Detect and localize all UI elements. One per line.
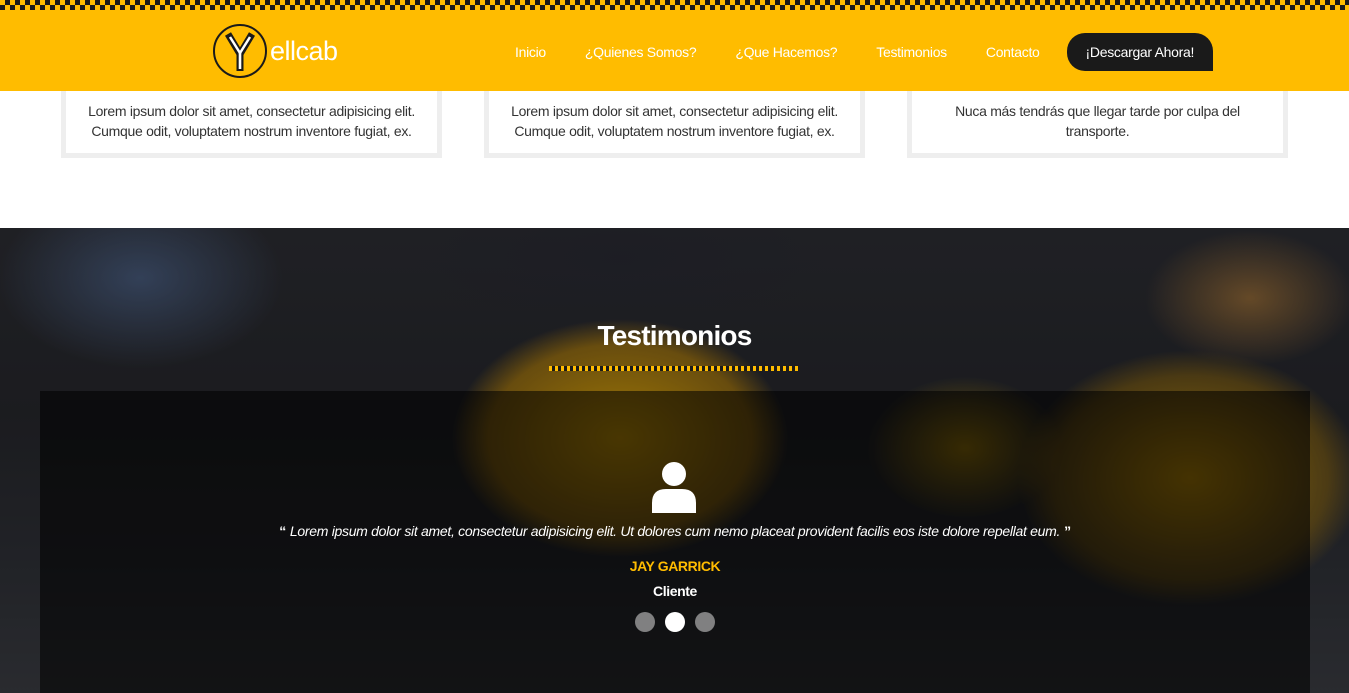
download-now-button[interactable]: ¡Descargar Ahora!: [1066, 33, 1214, 71]
testimonial-role: Cliente: [653, 583, 697, 599]
quote-open-mark: “: [279, 523, 286, 539]
user-icon: [652, 462, 696, 513]
site-header: ellcab Inicio ¿Quienes Somos? ¿Que Hacem…: [0, 0, 1349, 91]
logo-text: ellcab: [270, 35, 338, 66]
logo-y-icon: [224, 32, 256, 71]
carousel-dot-1[interactable]: [635, 612, 655, 632]
carousel-dots: [635, 612, 725, 632]
quote-close-mark: ”: [1064, 523, 1071, 539]
quote-text: Lorem ipsum dolor sit amet, consectetur …: [289, 523, 1061, 539]
checker-stripe: [0, 0, 1349, 10]
feature-text: Lorem ipsum dolor sit amet, consectetur …: [511, 103, 838, 139]
nav-contacto[interactable]: Contacto: [986, 44, 1040, 60]
carousel-dot-3[interactable]: [695, 612, 715, 632]
nav-quienes-somos[interactable]: ¿Quienes Somos?: [585, 44, 697, 60]
title-underline: [549, 366, 799, 371]
logo[interactable]: ellcab: [213, 24, 338, 78]
testimonial-carousel: “Lorem ipsum dolor sit amet, consectetur…: [40, 391, 1310, 693]
main-nav: Inicio ¿Quienes Somos? ¿Que Hacemos? Tes…: [496, 33, 1214, 71]
feature-text: Lorem ipsum dolor sit amet, consectetur …: [88, 103, 415, 139]
testimonial-author: JAY GARRICK: [629, 558, 721, 574]
logo-badge: [213, 24, 267, 78]
nav-testimonios[interactable]: Testimonios: [876, 44, 947, 60]
carousel-dot-2[interactable]: [665, 612, 685, 632]
feature-text: Nuca más tendrás que llegar tarde por cu…: [955, 103, 1240, 139]
testimonial-quote: “Lorem ipsum dolor sit amet, consectetur…: [40, 523, 1310, 539]
testimonials-section: Testimonios “Lorem ipsum dolor sit amet,…: [0, 228, 1349, 693]
features-section: Lorem ipsum dolor sit amet, consectetur …: [0, 71, 1349, 228]
nav-inicio[interactable]: Inicio: [515, 44, 546, 60]
testimonials-title: Testimonios: [597, 320, 752, 351]
nav-que-hacemos[interactable]: ¿Que Hacemos?: [735, 44, 837, 60]
